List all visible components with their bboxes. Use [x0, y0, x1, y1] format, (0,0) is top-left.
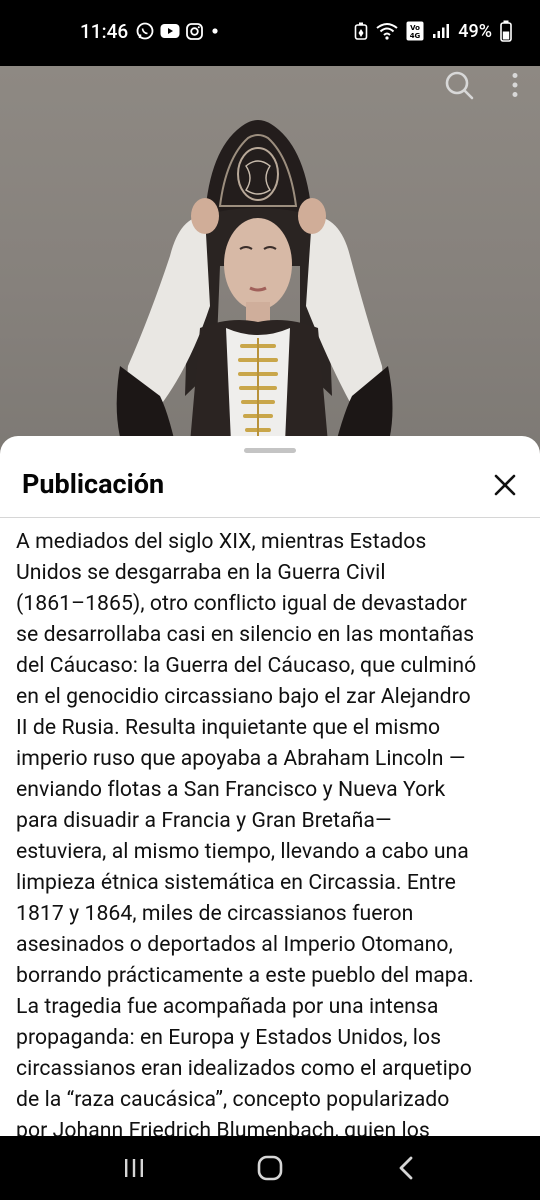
svg-text:4G: 4G: [410, 32, 421, 40]
video-player[interactable]: [0, 66, 540, 466]
back-icon: [399, 1156, 413, 1180]
post-body-text: A mediados del siglo XIX, mientras Estad…: [16, 529, 477, 1136]
close-icon: [494, 474, 516, 496]
youtube-icon: [160, 24, 180, 38]
navigation-bar: [0, 1136, 540, 1200]
status-notification-icons: [136, 22, 221, 40]
home-button[interactable]: [240, 1146, 300, 1190]
volte-icon: Vo 4G: [406, 21, 424, 41]
battery-icon: [500, 20, 512, 42]
close-button[interactable]: [488, 468, 522, 502]
search-icon[interactable]: [444, 70, 474, 100]
signal-icon: [433, 24, 450, 38]
recent-apps-icon: [125, 1159, 143, 1177]
recent-apps-button[interactable]: [104, 1146, 164, 1190]
sheet-header: Publicación: [0, 456, 540, 516]
battery-percentage: 49%: [458, 20, 492, 42]
drag-handle[interactable]: [244, 448, 296, 453]
battery-saver-icon: [354, 22, 368, 40]
status-time: 11:46: [80, 20, 129, 43]
post-bottom-sheet: Publicación A mediados del siglo XIX, mi…: [0, 436, 540, 1136]
video-frame-woman-in-headdress: [116, 120, 393, 466]
back-button[interactable]: [376, 1146, 436, 1190]
whatsapp-icon: [136, 22, 154, 40]
more-vertical-icon[interactable]: [510, 72, 520, 98]
home-icon: [257, 1155, 283, 1181]
instagram-icon: [186, 22, 203, 40]
dot-icon: [212, 28, 218, 34]
sheet-title: Publicación: [22, 468, 165, 500]
header-divider: [0, 517, 540, 518]
wifi-icon: [376, 23, 398, 40]
status-bar: 11:46 Vo 4G 49%: [0, 0, 540, 66]
svg-text:Vo: Vo: [410, 24, 420, 32]
